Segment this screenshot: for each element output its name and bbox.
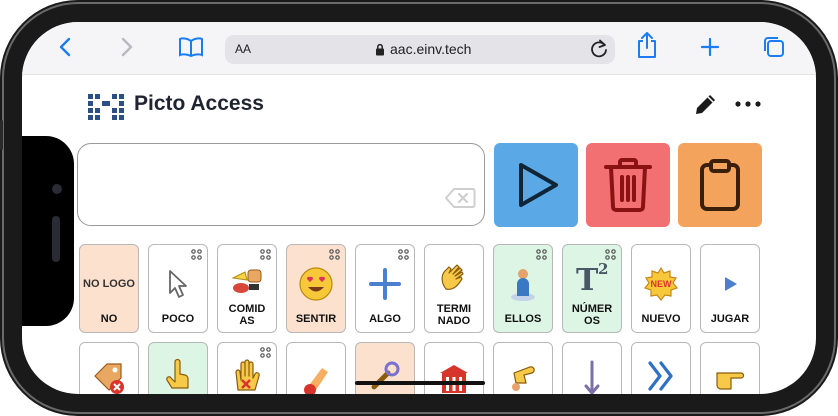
point-right-icon — [701, 357, 759, 394]
raised-hand-x-icon — [218, 355, 276, 394]
superscript-icon: T2 — [563, 255, 621, 297]
address-bar[interactable]: AA aac.einv.tech — [225, 35, 615, 64]
wrench-icon — [356, 355, 414, 394]
side-button — [0, 120, 3, 150]
tile-label: NÚMER OS — [571, 303, 613, 327]
home-indicator[interactable] — [355, 381, 485, 385]
phone-notch — [22, 136, 74, 326]
speaker — [52, 216, 60, 262]
new-badge-icon: NEW — [632, 263, 690, 305]
tile-comidas[interactable]: COMID AS — [217, 244, 277, 333]
cursor-icon — [149, 263, 207, 305]
tile-point-right[interactable] — [700, 342, 760, 394]
url-text: aac.einv.tech — [390, 41, 472, 57]
share-icon[interactable] — [632, 30, 662, 60]
tile-jugar[interactable]: JUGAR — [700, 244, 760, 333]
plus-icon — [356, 263, 414, 305]
trash-icon — [604, 158, 652, 212]
svg-text:NEW: NEW — [651, 279, 673, 289]
tile-label: COMID AS — [228, 303, 266, 327]
tile-label: POCO — [161, 313, 195, 325]
new-tab-icon[interactable] — [695, 32, 725, 62]
tile-tools[interactable] — [355, 342, 415, 394]
building-icon — [425, 357, 483, 394]
clipboard-icon — [700, 159, 740, 211]
tile-poco[interactable]: POCO — [148, 244, 208, 333]
person-icon — [494, 263, 552, 305]
tabs-icon[interactable] — [759, 32, 789, 62]
more-options-icon[interactable] — [734, 92, 762, 123]
play-icon — [519, 163, 558, 207]
svg-text:2: 2 — [598, 260, 608, 278]
backspace-icon[interactable] — [444, 187, 476, 214]
tile-algo[interactable]: ALGO — [355, 244, 415, 333]
broken-image-placeholder: NO LOGO — [83, 277, 135, 290]
reload-icon[interactable] — [589, 38, 609, 65]
tile-meteor[interactable] — [286, 342, 346, 394]
folder-grid-icon — [398, 249, 409, 260]
tile-numeros[interactable]: T2 NÚMER OS — [562, 244, 622, 333]
tag-remove-icon — [80, 357, 138, 394]
logo-icon — [88, 94, 124, 120]
pointing-hand-icon — [149, 355, 207, 394]
tile-label: NO — [100, 313, 118, 325]
play-small-icon — [701, 263, 759, 305]
tile-next[interactable] — [631, 342, 691, 394]
folder-grid-icon — [329, 249, 340, 260]
back-icon[interactable] — [50, 32, 80, 62]
tile-no[interactable]: NO LOGO NO — [79, 244, 139, 333]
waving-hand-icon — [425, 257, 483, 299]
food-icon — [218, 259, 276, 301]
speak-button[interactable] — [494, 143, 578, 227]
camera — [52, 184, 62, 194]
tile-label: SENTIR — [295, 313, 337, 325]
copy-button[interactable] — [678, 143, 762, 227]
folder-grid-icon — [191, 249, 202, 260]
tile-down-arrow[interactable] — [562, 342, 622, 394]
clear-button[interactable] — [586, 143, 670, 227]
meteor-icon — [287, 359, 345, 394]
arrow-down-icon — [563, 357, 621, 394]
tile-point-up[interactable] — [148, 342, 208, 394]
message-box[interactable] — [77, 143, 485, 226]
app-title: Picto Access — [134, 92, 264, 115]
phone-frame: AA aac.einv.tech Picto Access NO LOGO NO… — [0, 0, 838, 416]
tile-nuevo[interactable]: NEW NUEVO — [631, 244, 691, 333]
browser-toolbar: AA aac.einv.tech — [22, 22, 816, 75]
tile-label: NUEVO — [641, 313, 681, 325]
tile-sentir[interactable]: SENTIR — [286, 244, 346, 333]
tile-label: ELLOS — [504, 313, 542, 325]
folder-grid-icon — [536, 249, 547, 260]
heart-eyes-face-icon — [287, 263, 345, 305]
tile-label: JUGAR — [710, 313, 750, 325]
tile-terminado[interactable]: TERMI NADO — [424, 244, 484, 333]
hand-person-icon — [494, 355, 552, 394]
text-size-button[interactable]: AA — [235, 42, 251, 56]
edit-icon[interactable] — [692, 92, 718, 123]
tile-stop-hand[interactable] — [217, 342, 277, 394]
lock-icon — [376, 43, 384, 55]
url-display[interactable]: aac.einv.tech — [375, 41, 471, 57]
tile-label: ALGO — [369, 313, 401, 325]
svg-text:T: T — [576, 263, 599, 294]
bookmarks-icon[interactable] — [176, 32, 206, 62]
tile-person-point[interactable] — [493, 342, 553, 394]
tile-ellos[interactable]: ELLOS — [493, 244, 553, 333]
tile-label: TERMI NADO — [436, 303, 472, 327]
screen: AA aac.einv.tech Picto Access NO LOGO NO… — [22, 22, 816, 394]
double-chevron-right-icon — [632, 355, 690, 394]
tile-building[interactable] — [424, 342, 484, 394]
forward-icon[interactable] — [112, 32, 142, 62]
tile-tag-delete[interactable] — [79, 342, 139, 394]
